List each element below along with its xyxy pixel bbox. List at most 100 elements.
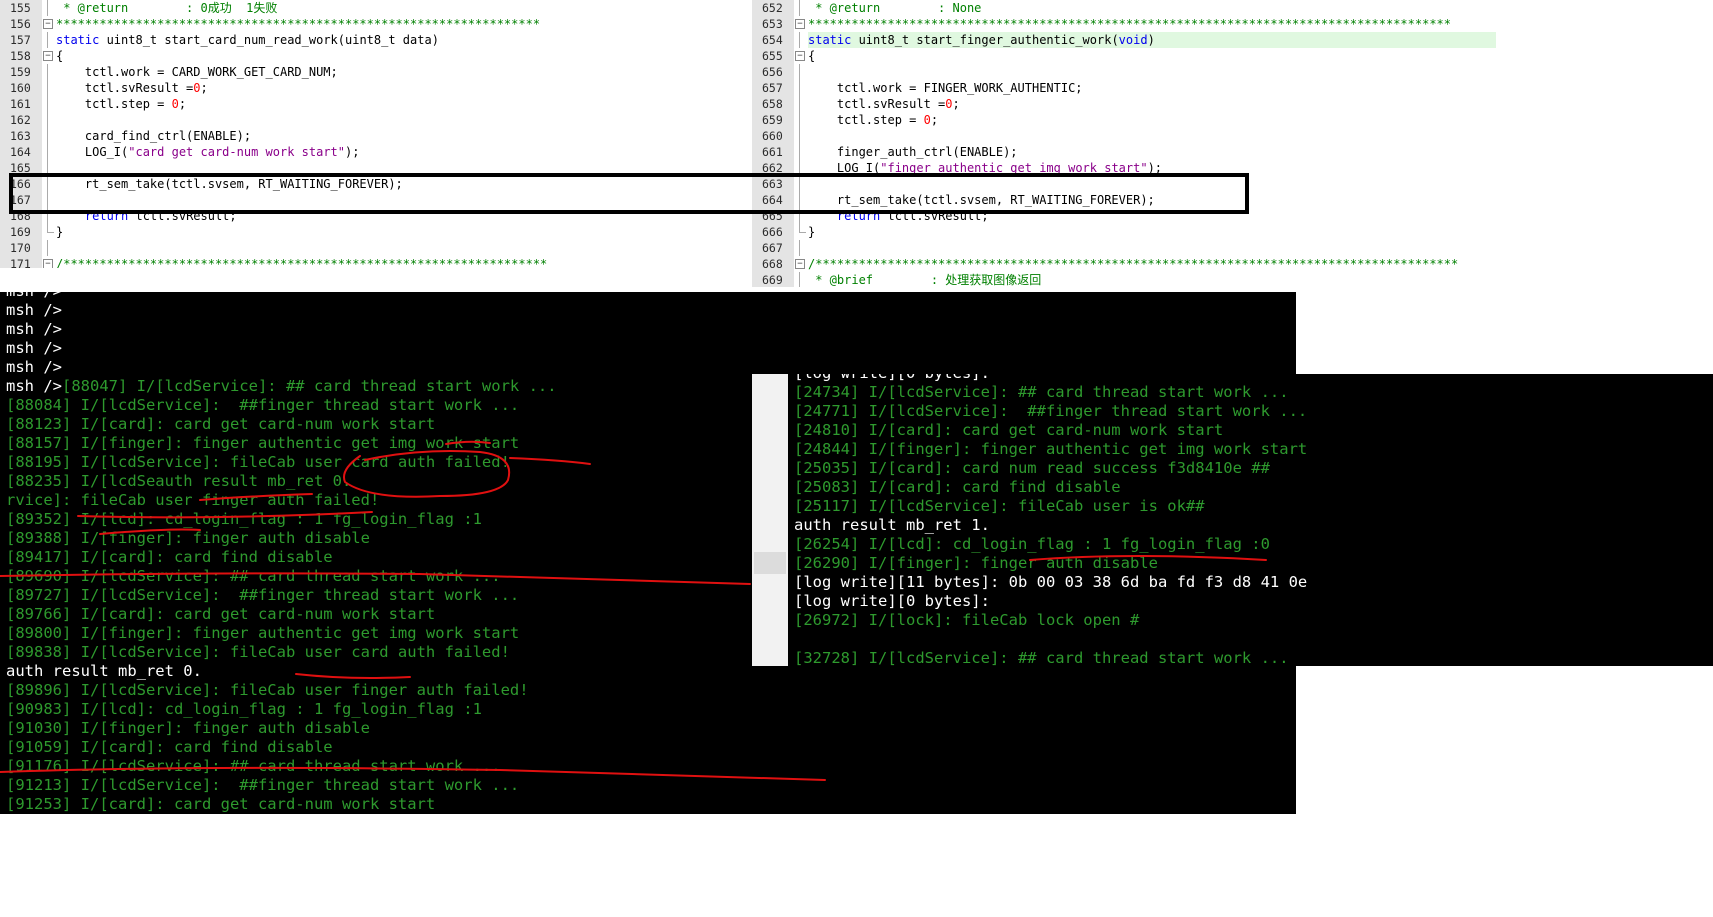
code-line[interactable]: 658 tctl.svResult =0;	[752, 96, 1496, 112]
fold-toggle-icon[interactable]: −	[794, 256, 806, 272]
code-line[interactable]: 166 rt_sem_take(tctl.svsem, RT_WAITING_F…	[0, 176, 650, 192]
fold-toggle-icon[interactable]: −	[42, 16, 54, 32]
code-line[interactable]: 657 tctl.work = FINGER_WORK_AUTHENTIC;	[752, 80, 1496, 96]
code-text: tctl.work = CARD_WORK_GET_CARD_NUM;	[56, 64, 338, 80]
code-line[interactable]: 666}	[752, 224, 1496, 240]
code-text: {	[56, 48, 63, 64]
line-number: 663	[752, 176, 794, 192]
code-line[interactable]: 156− ************************************…	[0, 16, 650, 32]
code-line[interactable]: 157 static uint8_t start_card_num_read_wo…	[0, 32, 650, 48]
code-token: * @return : 0成功 1失败	[56, 1, 278, 15]
code-editor-left[interactable]: 155 * @return : 0成功 1失败 156− *************…	[0, 0, 650, 268]
fold-toggle-icon[interactable]: −	[42, 256, 54, 268]
terminal-line: [26290] I/[finger]: finger auth disable	[794, 554, 1158, 572]
fold-marker	[794, 272, 806, 287]
line-number: 652	[752, 0, 794, 16]
line-number: 159	[0, 64, 42, 80]
code-text: rt_sem_take(tctl.svsem, RT_WAITING_FOREV…	[808, 192, 1155, 208]
code-line[interactable]: 652 * @return : None	[752, 0, 1496, 16]
fold-marker	[794, 192, 806, 208]
terminal-line: [88235] I/[lcdSeauth result mb_ret 0.	[6, 472, 352, 490]
fold-toggle-icon[interactable]: −	[794, 16, 806, 32]
terminal-line: [24844] I/[finger]: finger authentic get…	[794, 440, 1308, 458]
code-line[interactable]: 163 card_find_ctrl(ENABLE);	[0, 128, 650, 144]
scrollbar-thumb[interactable]	[754, 552, 786, 574]
code-token: uint8_t start_finger_authentic_work(	[851, 33, 1119, 47]
code-line[interactable]: 168 return tctl.svResult;	[0, 208, 650, 224]
code-line[interactable]: 170	[0, 240, 650, 256]
code-line[interactable]: 662 LOG_I("finger authentic get img work…	[752, 160, 1496, 176]
code-line[interactable]: 169}	[0, 224, 650, 240]
code-line[interactable]: 656	[752, 64, 1496, 80]
terminal-line: [log write][0 bytes]:	[794, 592, 990, 610]
code-line[interactable]: 665 return tctl.svResult;	[752, 208, 1496, 224]
code-line[interactable]: 661 finger_auth_ctrl(ENABLE);	[752, 144, 1496, 160]
line-number: 669	[752, 272, 794, 287]
code-line[interactable]: 667	[752, 240, 1496, 256]
code-token: tctl.svResult;	[128, 209, 237, 223]
code-line[interactable]: 653− ************************************…	[752, 16, 1496, 32]
code-line[interactable]: 659 tctl.step = 0;	[752, 112, 1496, 128]
line-number: 659	[752, 112, 794, 128]
code-line[interactable]: 159 tctl.work = CARD_WORK_GET_CARD_NUM;	[0, 64, 650, 80]
code-line[interactable]: 664 rt_sem_take(tctl.svsem, RT_WAITING_F…	[752, 192, 1496, 208]
code-token: ****************************************…	[56, 17, 541, 31]
terminal-inset[interactable]: [log write][0 bytes]:[24734] I/[lcdServi…	[752, 374, 1713, 666]
code-text: * @return : None	[808, 0, 981, 16]
code-line[interactable]: 158−{	[0, 48, 650, 64]
code-line[interactable]: 171−/***********************************…	[0, 256, 650, 268]
terminal-line: [log write][0 bytes]:	[794, 374, 990, 383]
code-line[interactable]: 155 * @return : 0成功 1失败	[0, 0, 650, 16]
code-token: tctl.svResult;	[880, 209, 989, 223]
terminal-scrollbar[interactable]	[752, 374, 788, 666]
terminal-line: [24771] I/[lcdService]: ##finger thread …	[794, 402, 1308, 420]
code-text: }	[56, 224, 63, 240]
code-line[interactable]: 655−{	[752, 48, 1496, 64]
code-text: ****************************************…	[56, 16, 540, 32]
code-editor-right[interactable]: 652 * @return : None 653− ****************…	[752, 0, 1496, 287]
fold-marker	[794, 240, 806, 256]
code-line[interactable]: 167	[0, 192, 650, 208]
fold-marker	[794, 96, 806, 112]
line-number: 165	[0, 160, 42, 176]
terminal-line: auth result mb_ret 1.	[794, 516, 990, 534]
code-line[interactable]: 165	[0, 160, 650, 176]
fold-marker	[794, 80, 806, 96]
code-line[interactable]: 654 static uint8_t start_finger_authentic…	[752, 32, 1496, 48]
code-token: * @brief : 处理获取图像返回	[808, 273, 1042, 287]
code-token: finger_auth_ctrl(ENABLE);	[808, 145, 1018, 159]
code-token: ;	[200, 81, 208, 95]
fold-toggle-icon[interactable]: −	[794, 48, 806, 64]
code-text: static uint8_t start_card_num_read_work(…	[56, 32, 439, 48]
code-line[interactable]: 161 tctl.step = 0;	[0, 96, 650, 112]
code-line[interactable]: 164 LOG_I("card get card-num work start"…	[0, 144, 650, 160]
code-token: rt_sem_take(tctl.svsem, RT_WAITING_FOREV…	[56, 177, 403, 191]
line-number: 655	[752, 48, 794, 64]
code-line[interactable]: 668−/***********************************…	[752, 256, 1496, 272]
code-text: ****************************************…	[808, 16, 1451, 32]
code-token: 0	[945, 97, 953, 111]
terminal-line: [89417] I/[card]: card find disable	[6, 548, 333, 566]
line-number: 661	[752, 144, 794, 160]
code-line[interactable]: 160 tctl.svResult =0;	[0, 80, 650, 96]
code-token: ****************************************…	[808, 17, 1451, 31]
line-number: 665	[752, 208, 794, 224]
line-number: 666	[752, 224, 794, 240]
code-line[interactable]: 663	[752, 176, 1496, 192]
terminal-line: auth result mb_ret 0.	[6, 662, 202, 680]
terminal-line: [89896] I/[lcdService]: fileCab user fin…	[6, 681, 529, 699]
fold-marker	[42, 96, 54, 112]
fold-marker	[794, 160, 806, 176]
fold-marker	[794, 32, 806, 48]
code-line[interactable]: 660	[752, 128, 1496, 144]
code-line[interactable]: 669 * @brief : 处理获取图像返回	[752, 272, 1496, 287]
code-text: rt_sem_take(tctl.svsem, RT_WAITING_FOREV…	[56, 176, 403, 192]
code-text: * @return : 0成功 1失败	[56, 0, 277, 16]
fold-toggle-icon[interactable]: −	[42, 48, 54, 64]
code-text: }	[808, 224, 815, 240]
fold-marker	[794, 64, 806, 80]
code-line[interactable]: 162	[0, 112, 650, 128]
line-number: 668	[752, 256, 794, 272]
fold-marker	[794, 208, 806, 224]
